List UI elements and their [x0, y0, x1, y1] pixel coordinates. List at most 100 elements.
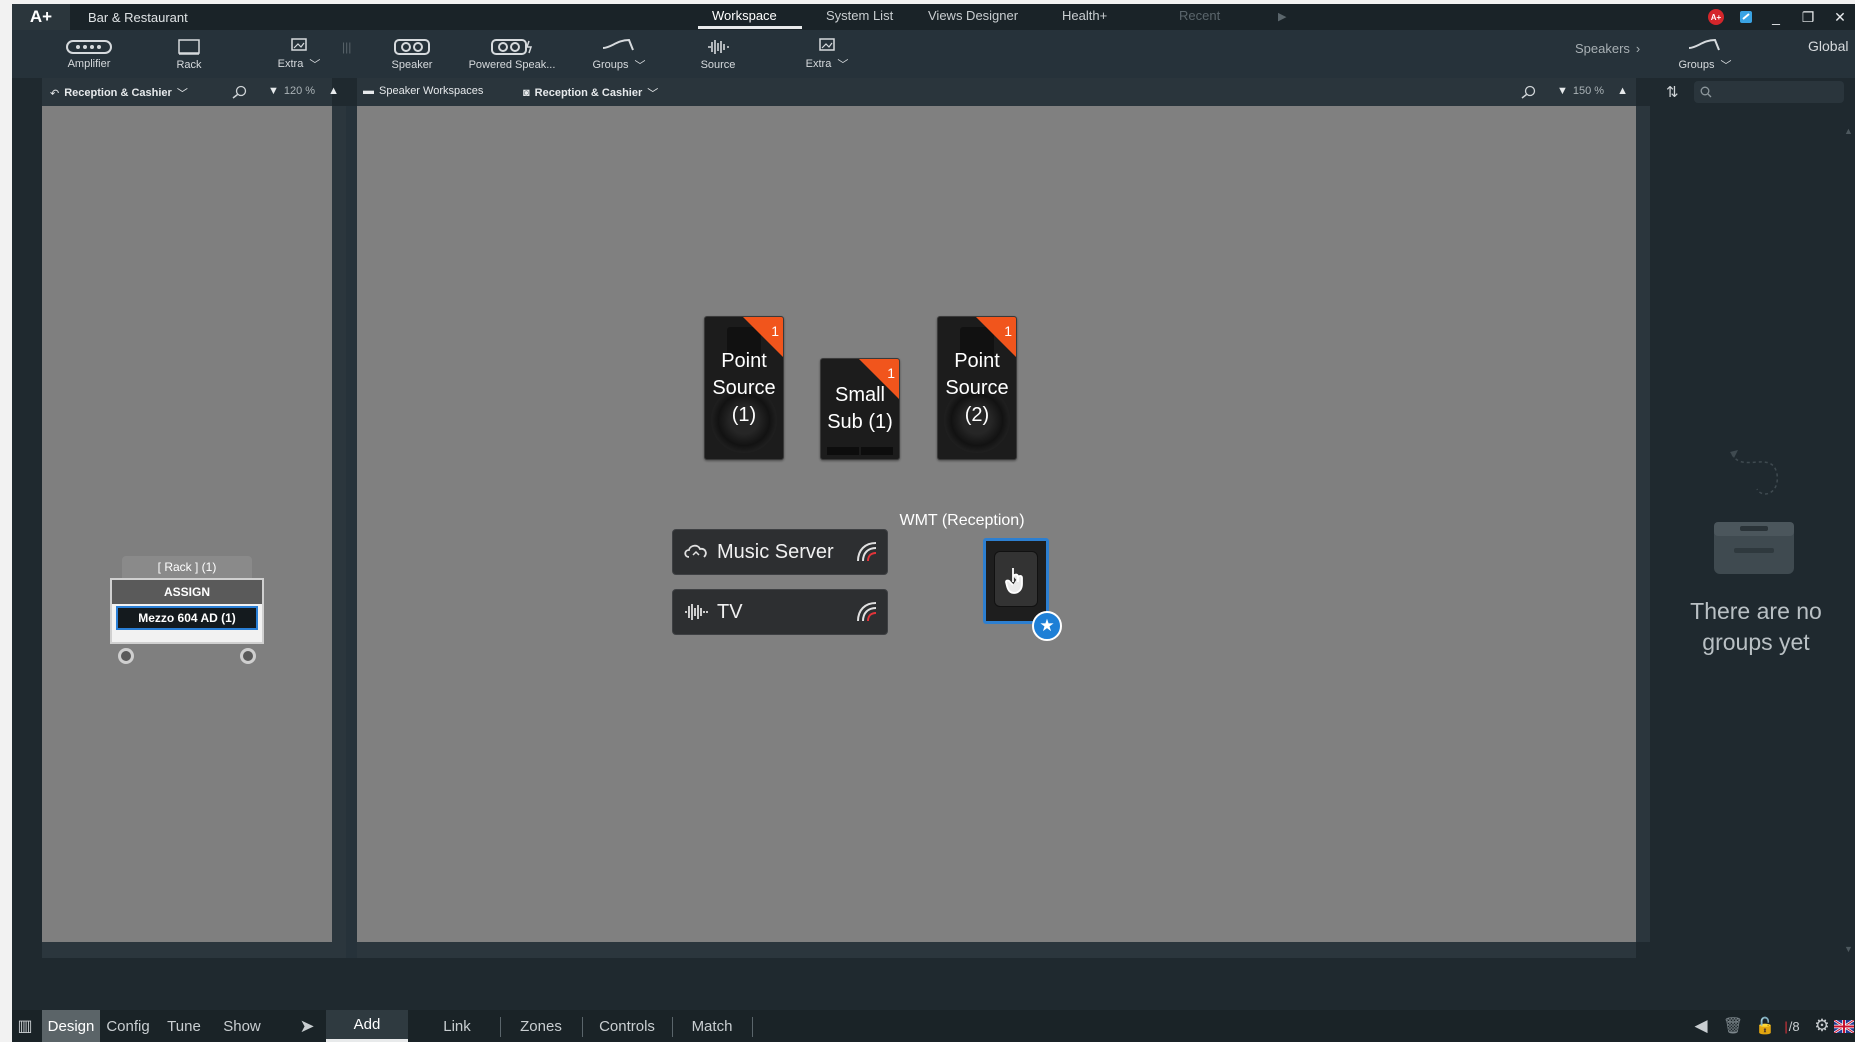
- breadcrumb-root[interactable]: ▬ Speaker Workspaces: [363, 85, 483, 97]
- speakers-link[interactable]: Speakers ›: [1575, 41, 1640, 56]
- workspace-canvas[interactable]: 1 Point Source (1) 1 Small Sub (1) 1 Poi…: [357, 106, 1636, 942]
- rack-device[interactable]: Mezzo 604 AD (1): [116, 606, 258, 630]
- source-music-server[interactable]: Music Server: [672, 529, 888, 575]
- mode-design[interactable]: Design: [42, 1010, 100, 1042]
- action-link[interactable]: Link: [422, 1010, 492, 1042]
- zoom-increase-icon[interactable]: ▲: [328, 85, 339, 97]
- favorite-star-icon[interactable]: ★: [1032, 611, 1062, 641]
- chevron-down-icon: ﹀: [1720, 59, 1732, 72]
- speaker-point-source-1[interactable]: 1 Point Source (1): [704, 316, 784, 460]
- lock-icon[interactable]: 🔓: [1752, 1010, 1778, 1042]
- action-zones[interactable]: Zones: [506, 1010, 576, 1042]
- active-tab-indicator: [698, 26, 802, 29]
- groups-search-input[interactable]: [1694, 81, 1844, 103]
- trash-icon[interactable]: 🗑: [1720, 1010, 1746, 1042]
- action-match[interactable]: Match: [678, 1010, 746, 1042]
- panel-splitter[interactable]: [346, 106, 357, 958]
- volume-icon[interactable]: ◀: [1688, 1010, 1714, 1042]
- speaker-label-line: Sub (1): [827, 411, 893, 433]
- splitter-handle-icon[interactable]: |||: [342, 40, 351, 68]
- scroll-down-icon[interactable]: ▼: [1844, 944, 1853, 954]
- speaker-label-line: Small: [834, 384, 885, 406]
- left-vertical-scrollbar[interactable]: [332, 106, 346, 942]
- language-flag-icon[interactable]: [1834, 1010, 1854, 1042]
- mode-show[interactable]: Show: [212, 1010, 272, 1042]
- update-icon[interactable]: [1736, 8, 1756, 26]
- pointer-icon[interactable]: ➤: [292, 1010, 322, 1042]
- source-icon: [708, 39, 729, 54]
- rack-tool[interactable]: Rack: [164, 30, 214, 78]
- tab-views-designer[interactable]: Views Designer: [928, 8, 1018, 23]
- tab-health[interactable]: Health+: [1062, 8, 1107, 23]
- zoom-fit-icon[interactable]: [1521, 85, 1537, 99]
- tab-system-list[interactable]: System List: [826, 8, 893, 23]
- source-label: TV: [717, 600, 743, 623]
- action-controls[interactable]: Controls: [588, 1010, 666, 1042]
- mode-tune[interactable]: Tune: [156, 1010, 212, 1042]
- main-vertical-scrollbar[interactable]: [1636, 106, 1650, 942]
- main-extra-tool[interactable]: Extra ﹀: [790, 30, 864, 78]
- main-horizontal-scrollbar[interactable]: [357, 942, 1636, 958]
- user-avatar-icon[interactable]: A+: [1706, 8, 1726, 26]
- left-view-selector[interactable]: ↶ Reception & Cashier ﹀: [50, 85, 188, 101]
- divider: [672, 1017, 673, 1037]
- rack-canvas[interactable]: [ Rack ] (1) ASSIGN Mezzo 604 AD (1): [42, 106, 332, 942]
- left-extra-tool[interactable]: Extra ﹀: [262, 30, 336, 78]
- groups-tool[interactable]: Groups ﹀: [582, 30, 656, 78]
- mode-config[interactable]: Config: [100, 1010, 156, 1042]
- close-icon[interactable]: ✕: [1830, 8, 1850, 26]
- scroll-up-icon[interactable]: ▲: [1844, 126, 1853, 136]
- view-icon: ◙: [523, 87, 530, 99]
- speaker-label-line: Source: [712, 376, 776, 399]
- panel-toggle-icon[interactable]: ▥: [14, 1010, 36, 1042]
- cloud-icon: [684, 544, 707, 558]
- wmt-reception-device[interactable]: [983, 538, 1049, 624]
- left-zoom-control[interactable]: ▼ 120 % ▲: [268, 85, 339, 97]
- signal-icon: [857, 542, 877, 562]
- zoom-decrease-icon[interactable]: ▼: [268, 85, 279, 97]
- source-tv[interactable]: TV: [672, 589, 888, 635]
- powered-speaker-tool[interactable]: Powered Speak...: [462, 30, 562, 78]
- rack-wheel-icon: [118, 648, 134, 664]
- action-add[interactable]: Add: [326, 1010, 408, 1042]
- left-extra-label: Extra: [277, 57, 304, 70]
- left-horizontal-scrollbar[interactable]: [42, 942, 346, 958]
- wall-panel-graphic: [994, 551, 1038, 607]
- zoom-decrease-icon[interactable]: ▼: [1557, 85, 1568, 97]
- right-groups-label: Groups: [1678, 58, 1715, 71]
- play-icon[interactable]: ▶: [1278, 10, 1286, 23]
- tab-workspace[interactable]: Workspace: [712, 8, 777, 23]
- left-panel-bar: ↶ Reception & Cashier ﹀ ▼ 120 % ▲: [42, 78, 339, 106]
- global-label[interactable]: Global: [1808, 38, 1848, 54]
- right-groups-tool[interactable]: Groups ﹀: [1668, 30, 1742, 78]
- speaker-badge-count: 1: [1004, 323, 1012, 339]
- rack-assign-label[interactable]: ASSIGN: [112, 580, 262, 604]
- speaker-point-source-2[interactable]: 1 Point Source (2): [937, 316, 1017, 460]
- restore-icon[interactable]: ❐: [1798, 8, 1818, 26]
- zoom-fit-icon[interactable]: [232, 85, 248, 99]
- settings-gear-icon[interactable]: ⚙: [1810, 1010, 1834, 1042]
- app-logo[interactable]: A+: [12, 4, 70, 30]
- main-view-selector[interactable]: ◙ Reception & Cashier ﹀: [523, 85, 658, 101]
- zoom-increase-icon[interactable]: ▲: [1617, 85, 1628, 97]
- minimize-icon[interactable]: _: [1766, 8, 1786, 26]
- speaker-tool[interactable]: Speaker: [382, 30, 442, 78]
- svg-text:A+: A+: [1711, 13, 1722, 22]
- amplifier-tool[interactable]: Amplifier: [54, 30, 124, 78]
- sort-icon[interactable]: ⇅: [1666, 83, 1679, 101]
- tab-recent[interactable]: Recent: [1179, 8, 1220, 23]
- rack-item[interactable]: [ Rack ] (1) ASSIGN Mezzo 604 AD (1): [110, 556, 264, 670]
- main-zoom-control[interactable]: ▼ 150 % ▲: [1557, 85, 1628, 97]
- project-title: Bar & Restaurant: [88, 10, 188, 25]
- extra-icon: [819, 37, 835, 51]
- wmt-title: WMT (Reception): [899, 512, 1025, 529]
- powered-speaker-label: Powered Speak...: [468, 58, 556, 71]
- undo-arrow-icon: ↶: [50, 87, 60, 100]
- main-zoom-value: 150 %: [1572, 85, 1605, 97]
- left-view-selector-label: Reception & Cashier: [64, 87, 172, 99]
- source-tool[interactable]: Source: [692, 30, 744, 78]
- speaker-small-sub-1[interactable]: 1 Small Sub (1): [820, 358, 900, 460]
- search-icon: [1700, 86, 1712, 98]
- divider: [500, 1017, 501, 1037]
- groups-label: Groups: [592, 58, 629, 71]
